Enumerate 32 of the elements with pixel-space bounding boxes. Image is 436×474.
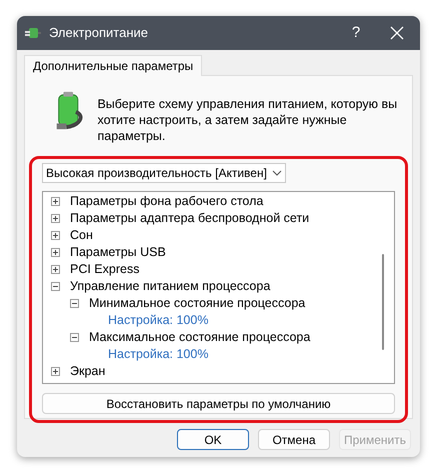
expand-icon[interactable] [51, 214, 60, 223]
collapse-icon[interactable] [51, 282, 60, 291]
description-text: Выберите схему управления питанием, которую вы хотите настроить, а затем задайте нужные параметры. [97, 96, 398, 144]
collapse-icon[interactable] [70, 299, 79, 308]
dialog-button[interactable]: OK [177, 429, 249, 450]
tree-item[interactable]: Управление питанием процессора [70, 277, 270, 296]
setting-value-link[interactable]: Настройка: 100% [89, 311, 208, 330]
close-icon[interactable] [390, 26, 404, 40]
tree-item[interactable]: Максимальное состояние процессора [89, 328, 310, 347]
expand-icon[interactable] [51, 367, 60, 376]
tree-item[interactable]: Параметры USB [70, 243, 166, 262]
plan-dropdown[interactable]: Высокая производительность [Активен] [42, 163, 286, 183]
scrollbar[interactable] [382, 254, 384, 350]
expand-icon[interactable] [51, 197, 60, 206]
dialog-button[interactable]: Отмена [258, 429, 330, 450]
expand-icon[interactable] [51, 265, 60, 274]
tree-item[interactable]: PCI Express [70, 260, 140, 279]
tree-item[interactable]: Экран [70, 362, 106, 381]
tree-item[interactable]: Сон [70, 226, 93, 245]
tab[interactable]: Дополнительные параметры [24, 55, 202, 76]
expand-icon[interactable] [51, 231, 60, 240]
tree-item[interactable]: Параметры адаптера беспроводной сети [70, 209, 310, 228]
expand-icon[interactable] [51, 248, 60, 257]
help-button[interactable]: ? [342, 22, 370, 44]
setting-value-link[interactable]: Настройка: 100% [89, 345, 208, 364]
collapse-icon[interactable] [70, 333, 79, 342]
restore-defaults-button[interactable]: Восстановить параметры по умолчанию [42, 393, 395, 414]
power-plug-icon [25, 25, 41, 41]
tree-item[interactable]: Параметры фона рабочего стола [70, 192, 264, 211]
chevron-down-icon [272, 170, 282, 176]
window-title: Электропитание [49, 24, 149, 42]
tree-item[interactable]: Минимальное состояние процессора [89, 294, 306, 313]
